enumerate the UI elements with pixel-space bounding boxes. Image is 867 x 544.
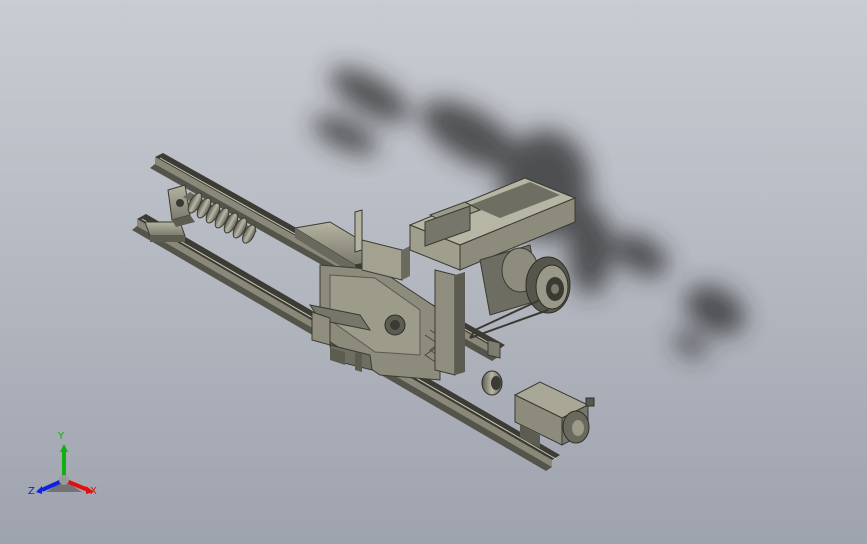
orientation-triad[interactable]: Y X Z bbox=[28, 432, 108, 502]
coupling[interactable] bbox=[481, 370, 503, 396]
model-canvas[interactable] bbox=[0, 0, 867, 544]
triad-origin bbox=[59, 475, 69, 485]
triad-z-label: Z bbox=[28, 486, 35, 497]
triad-x-label: X bbox=[90, 486, 97, 497]
cad-viewport[interactable]: Y X Z bbox=[0, 0, 867, 544]
belt-pulley[interactable] bbox=[525, 256, 571, 314]
servo-motor[interactable] bbox=[513, 381, 595, 448]
triad-y-label: Y bbox=[58, 431, 65, 442]
